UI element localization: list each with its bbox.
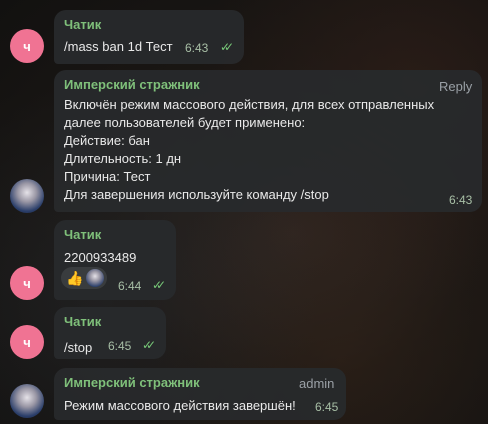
message-time: 6:45 <box>315 400 339 414</box>
admin-badge: admin <box>299 376 335 391</box>
command-link[interactable]: /mass <box>64 39 99 54</box>
read-checks-icon: ✓✓ <box>152 278 166 292</box>
message-time: 6:43 <box>185 41 209 55</box>
sender-name[interactable]: Имперский стражник <box>64 375 336 391</box>
sender-name[interactable]: Чатик <box>64 17 234 33</box>
command-link[interactable]: /stop <box>301 187 329 202</box>
sender-name[interactable]: Имперский стражник <box>64 77 472 93</box>
reaction[interactable]: 👍 <box>61 267 108 289</box>
thumbs-up-icon: 👍 <box>66 269 84 286</box>
message-bubble[interactable]: Имперский стражник admin Режим массового… <box>54 368 346 420</box>
avatar-letter: ч <box>23 334 31 350</box>
read-checks-icon: ✓✓ <box>220 40 234 54</box>
reaction-avatar <box>86 269 105 287</box>
message-line: Включён режим массового действия, для вс… <box>64 97 435 112</box>
message-text: Режим массового действия завершён! <box>64 398 296 413</box>
avatar[interactable]: ч <box>10 266 44 300</box>
message-line-prefix: Для завершения используйте команду <box>64 187 301 202</box>
message-time: 6:44 <box>118 279 142 293</box>
avatar[interactable] <box>10 384 44 418</box>
message-line: далее пользователей будет применено: <box>64 115 306 130</box>
message-line: Действие: бан <box>64 133 150 148</box>
message-line: Длительность: 1 дн <box>64 151 182 166</box>
avatar-letter: ч <box>23 38 31 54</box>
message-text: /mass ban 1d Тест <box>64 38 234 56</box>
avatar[interactable]: ч <box>10 29 44 63</box>
message-bubble[interactable]: Чатик /stop 6:45 ✓✓ <box>54 307 166 359</box>
avatar-letter: ч <box>23 275 31 291</box>
message-text: 2200933489 <box>64 250 137 265</box>
avatar[interactable]: ч <box>10 325 44 359</box>
message-line: Причина: Тест <box>64 169 151 184</box>
sender-name[interactable]: Чатик <box>64 227 166 243</box>
sender-name[interactable]: Чатик <box>64 314 156 330</box>
message-time: 6:45 <box>108 339 132 353</box>
message-bubble[interactable]: Чатик /mass ban 1d Тест 6:43 ✓✓ <box>54 10 244 64</box>
message-text-rest: ban 1d Тест <box>98 39 173 54</box>
reply-button[interactable]: Reply <box>439 79 472 94</box>
message-line: Для завершения используйте команду /stop <box>64 186 472 204</box>
message-time: 6:43 <box>449 193 473 207</box>
avatar[interactable] <box>10 179 44 213</box>
read-checks-icon: ✓✓ <box>142 338 156 352</box>
message-bubble[interactable]: Имперский стражник Reply Включён режим м… <box>54 70 482 212</box>
message-text: Включён режим массового действия, для вс… <box>64 96 472 204</box>
message-bubble[interactable]: Чатик 2200933489 👍 6:44 ✓✓ <box>54 220 176 300</box>
